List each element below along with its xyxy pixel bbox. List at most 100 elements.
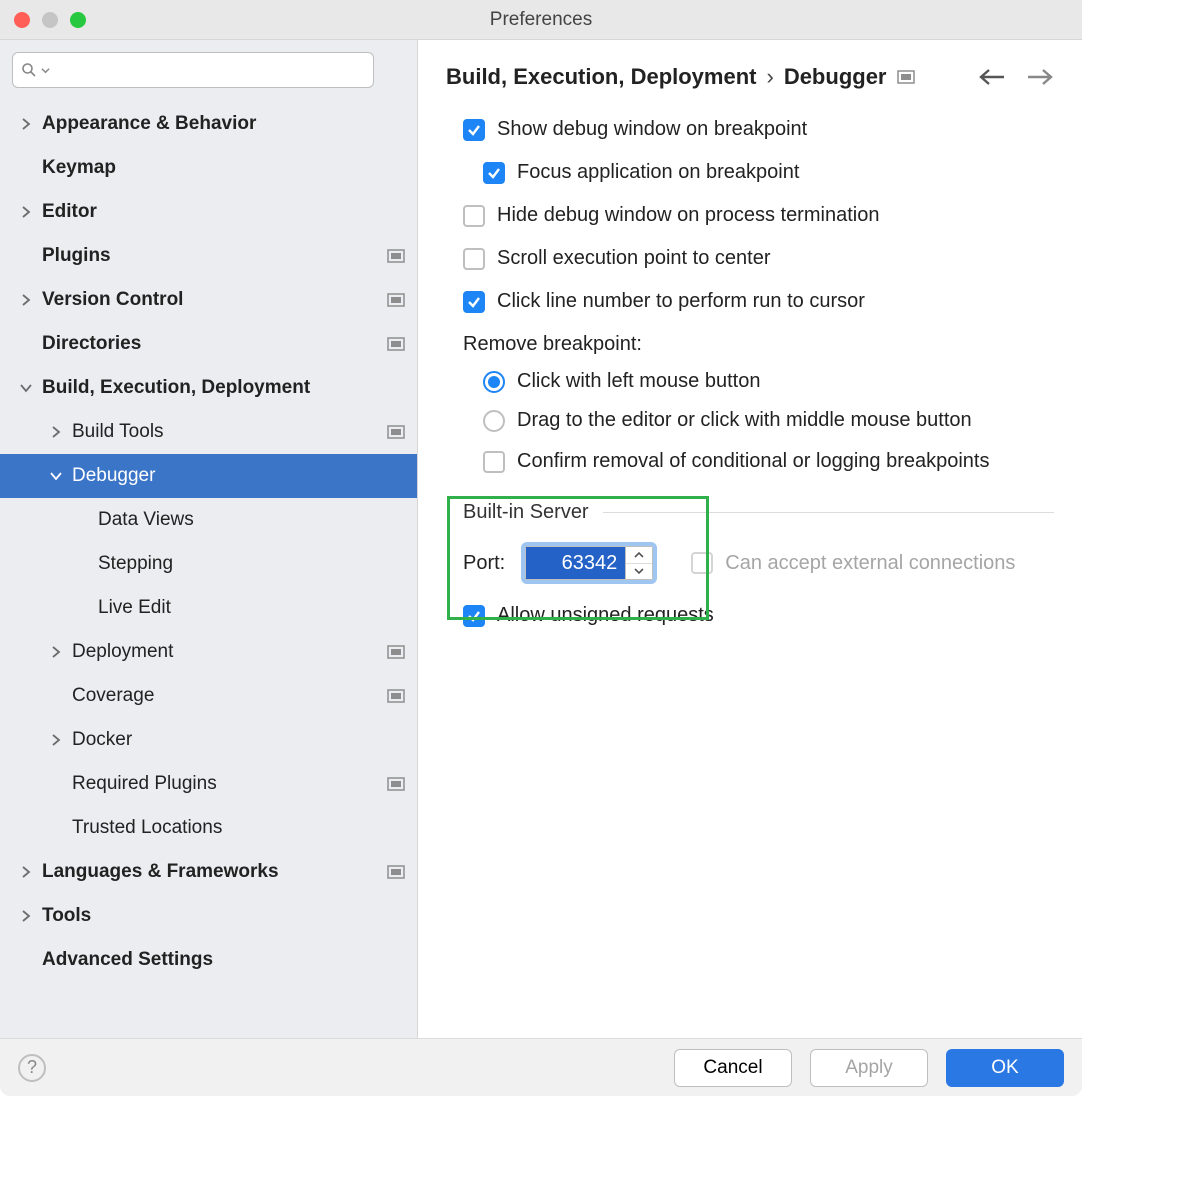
sidebar-item[interactable]: Tools <box>0 894 417 938</box>
sidebar-item[interactable]: Data Views <box>0 498 417 542</box>
sidebar-item-label: Live Edit <box>98 597 405 619</box>
port-label: Port: <box>463 552 505 575</box>
zoom-window-button[interactable] <box>70 12 86 28</box>
scroll-exec-checkbox[interactable]: Scroll execution point to center <box>463 237 1054 280</box>
radio-icon <box>483 410 505 432</box>
sidebar-item-label: Keymap <box>42 157 405 179</box>
port-input[interactable] <box>525 546 625 580</box>
project-scope-icon <box>387 293 405 307</box>
apply-button[interactable]: Apply <box>810 1049 928 1087</box>
focus-app-checkbox[interactable]: Focus application on breakpoint <box>463 151 1054 194</box>
sidebar-item[interactable]: Live Edit <box>0 586 417 630</box>
chevron-right-icon <box>18 116 34 132</box>
sidebar-item[interactable]: Coverage <box>0 674 417 718</box>
spinner-down-icon[interactable] <box>626 564 652 580</box>
sidebar-item[interactable]: Advanced Settings <box>0 938 417 982</box>
project-scope-icon <box>387 865 405 879</box>
chevron-right-icon <box>48 644 64 660</box>
sidebar-item-label: Required Plugins <box>72 773 387 795</box>
sidebar-item[interactable]: Languages & Frameworks <box>0 850 417 894</box>
ok-button[interactable]: OK <box>946 1049 1064 1087</box>
hide-debug-checkbox[interactable]: Hide debug window on process termination <box>463 194 1054 237</box>
sidebar-item[interactable]: Build Tools <box>0 410 417 454</box>
project-scope-icon <box>387 777 405 791</box>
chevron-right-icon <box>18 864 34 880</box>
project-scope-icon <box>387 645 405 659</box>
sidebar-item[interactable]: Directories <box>0 322 417 366</box>
help-button[interactable]: ? <box>18 1054 46 1082</box>
sidebar-item[interactable]: Appearance & Behavior <box>0 102 417 146</box>
search-input[interactable] <box>54 60 365 81</box>
sidebar-item-label: Build, Execution, Deployment <box>42 377 405 399</box>
sidebar-item-label: Stepping <box>98 553 405 575</box>
chevron-down-icon <box>48 468 64 484</box>
search-input-wrap[interactable] <box>12 52 374 88</box>
dropdown-caret-icon <box>41 66 50 75</box>
builtin-server-legend: Built-in Server <box>463 501 589 524</box>
checkbox-label: Hide debug window on process termination <box>497 204 879 227</box>
search-icon <box>21 62 37 78</box>
sidebar-item[interactable]: Keymap <box>0 146 417 190</box>
remove-drag-radio[interactable]: Drag to the editor or click with middle … <box>463 401 1054 440</box>
dialog-footer: ? Cancel Apply OK <box>0 1038 1082 1096</box>
sidebar-item[interactable]: Editor <box>0 190 417 234</box>
preferences-tree: Appearance & Behavior Keymap Editor Plugins… <box>0 98 417 1038</box>
sidebar-item-label: Data Views <box>98 509 405 531</box>
checkbox-label: Click line number to perform run to curs… <box>497 290 865 313</box>
checkbox-label: Focus application on breakpoint <box>517 161 799 184</box>
radio-label: Drag to the editor or click with middle … <box>517 409 972 432</box>
remove-left-radio[interactable]: Click with left mouse button <box>463 362 1054 401</box>
window-controls <box>0 12 86 28</box>
checkbox-icon <box>463 205 485 227</box>
port-spinner[interactable] <box>521 542 657 584</box>
sidebar-item[interactable]: Deployment <box>0 630 417 674</box>
spinner-up-icon[interactable] <box>626 547 652 564</box>
radio-label: Click with left mouse button <box>517 370 760 393</box>
show-debug-checkbox[interactable]: Show debug window on breakpoint <box>463 108 1054 151</box>
checkbox-label: Allow unsigned requests <box>497 604 714 627</box>
nav-back-icon[interactable] <box>978 67 1006 87</box>
sidebar-item-label: Directories <box>42 333 387 355</box>
close-window-button[interactable] <box>14 12 30 28</box>
breadcrumb-separator-icon: › <box>766 64 773 90</box>
sidebar-item-label: Coverage <box>72 685 387 707</box>
checkbox-icon <box>463 119 485 141</box>
sidebar-item[interactable]: Docker <box>0 718 417 762</box>
titlebar: Preferences <box>0 0 1082 40</box>
window-title: Preferences <box>0 9 1082 31</box>
checkbox-icon <box>463 248 485 270</box>
sidebar-item-label: Editor <box>42 201 405 223</box>
checkbox-icon <box>483 451 505 473</box>
minimize-window-button[interactable] <box>42 12 58 28</box>
breadcrumb-parent[interactable]: Build, Execution, Deployment <box>446 64 756 90</box>
chevron-right-icon <box>18 204 34 220</box>
allow-unsigned-checkbox[interactable]: Allow unsigned requests <box>463 602 1054 637</box>
sidebar-item-label: Build Tools <box>72 421 387 443</box>
sidebar: Appearance & Behavior Keymap Editor Plugins… <box>0 40 418 1038</box>
divider <box>603 512 1054 513</box>
sidebar-item-label: Languages & Frameworks <box>42 861 387 883</box>
sidebar-item[interactable]: Required Plugins <box>0 762 417 806</box>
checkbox-icon <box>483 162 505 184</box>
remove-confirm-checkbox[interactable]: Confirm removal of conditional or loggin… <box>463 440 1054 483</box>
project-scope-icon <box>387 337 405 351</box>
sidebar-item[interactable]: Plugins <box>0 234 417 278</box>
sidebar-item[interactable]: Stepping <box>0 542 417 586</box>
chevron-right-icon <box>18 908 34 924</box>
project-scope-icon <box>387 689 405 703</box>
sidebar-item[interactable]: Version Control <box>0 278 417 322</box>
chevron-down-icon <box>18 380 34 396</box>
sidebar-item-label: Docker <box>72 729 405 751</box>
click-line-checkbox[interactable]: Click line number to perform run to curs… <box>463 280 1054 323</box>
sidebar-item[interactable]: Trusted Locations <box>0 806 417 850</box>
sidebar-item[interactable]: Debugger <box>0 454 417 498</box>
sidebar-item-label: Debugger <box>72 465 405 487</box>
project-scope-icon <box>897 70 915 84</box>
checkbox-label: Can accept external connections <box>725 552 1015 575</box>
sidebar-item-label: Version Control <box>42 289 387 311</box>
sidebar-item-label: Appearance & Behavior <box>42 113 405 135</box>
sidebar-item[interactable]: Build, Execution, Deployment <box>0 366 417 410</box>
cancel-button[interactable]: Cancel <box>674 1049 792 1087</box>
project-scope-icon <box>387 425 405 439</box>
nav-forward-icon <box>1026 67 1054 87</box>
